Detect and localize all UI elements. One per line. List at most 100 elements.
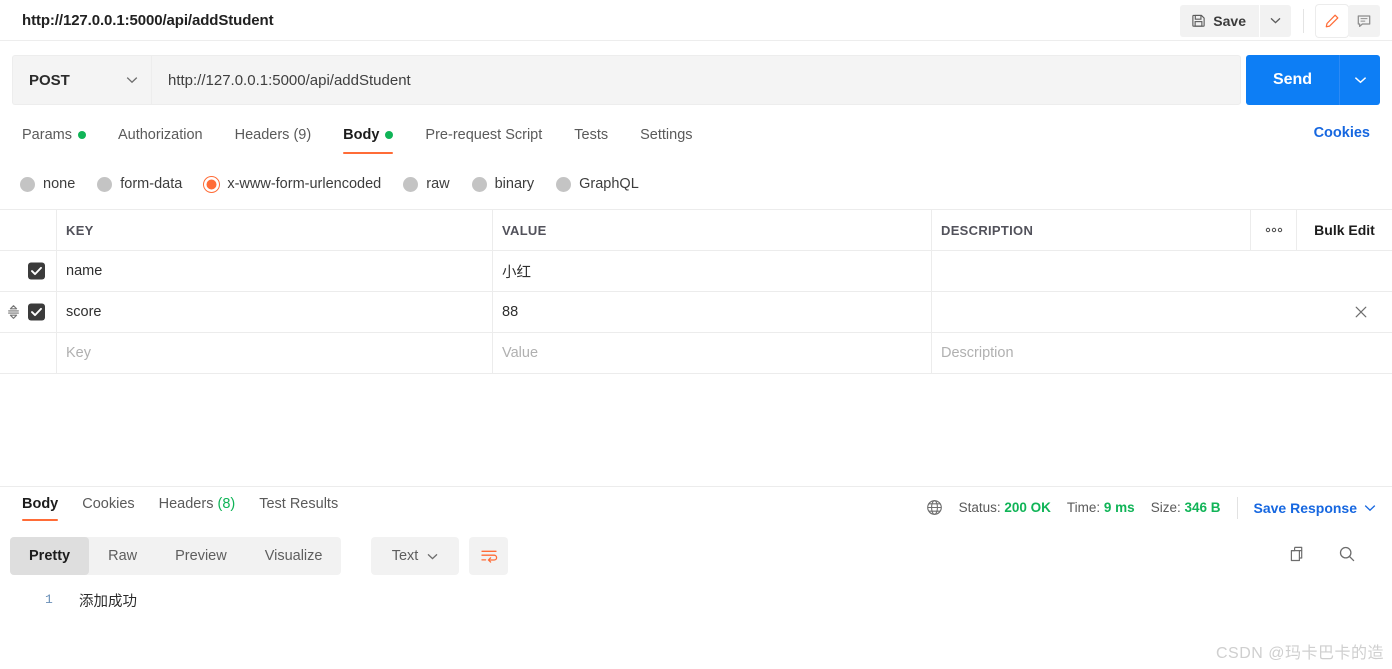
view-pretty-button[interactable]: Pretty [10, 537, 90, 575]
search-icon[interactable] [1338, 545, 1356, 563]
view-visualize-button[interactable]: Visualize [246, 537, 342, 575]
url-input-value: http://127.0.0.1:5000/api/addStudent [168, 71, 411, 89]
response-tab-headers-label: Headers [158, 496, 214, 512]
view-preview-button[interactable]: Preview [156, 537, 246, 575]
tab-headers[interactable]: Headers (9) [235, 119, 312, 157]
http-method-select[interactable]: POST [12, 55, 151, 105]
title-bar: http://127.0.0.1:5000/api/addStudent Sav… [0, 0, 1392, 41]
row-description-cell[interactable] [932, 251, 1392, 291]
response-body-content: 添加成功 [79, 595, 137, 611]
table-row: name 小红 [0, 251, 1392, 292]
save-response-label: Save Response [1253, 499, 1358, 516]
radio-icon [471, 176, 487, 192]
body-type-none[interactable]: none [20, 176, 75, 192]
bulk-edit-button[interactable]: Bulk Edit [1297, 210, 1392, 250]
size-label: Size: [1150, 500, 1181, 515]
size-block: Size: 346 B [1151, 500, 1221, 515]
chevron-down-icon [1364, 504, 1376, 512]
drag-handle-icon[interactable] [7, 305, 20, 320]
row-checkbox[interactable] [28, 262, 45, 280]
save-button[interactable]: Save [1180, 4, 1259, 37]
row-key-value: name [66, 263, 103, 279]
tab-tests[interactable]: Tests [574, 119, 608, 157]
row-value-value: 88 [502, 304, 519, 320]
tab-authorization[interactable]: Authorization [118, 119, 203, 157]
send-button[interactable]: Send [1246, 55, 1339, 105]
word-wrap-button[interactable] [469, 537, 508, 575]
body-type-x-www-form-urlencoded[interactable]: x-www-form-urlencoded [204, 176, 381, 192]
tab-settings[interactable]: Settings [640, 119, 692, 157]
toolbar-divider [1303, 8, 1304, 33]
response-view-toolbar: Pretty Raw Preview Visualize Text [0, 532, 1392, 582]
row-value-cell[interactable]: 小红 [493, 251, 932, 291]
table-header-value: VALUE [493, 210, 932, 250]
tab-tests-label: Tests [574, 126, 609, 143]
save-button-label: Save [1213, 12, 1246, 29]
csdn-watermark: CSDN @玛卡巴卡的造 [1215, 645, 1384, 662]
body-type-raw[interactable]: raw [403, 176, 450, 192]
tab-authorization-label: Authorization [117, 126, 203, 143]
chevron-down-icon [1270, 17, 1281, 24]
response-tab-cookies[interactable]: Cookies [82, 487, 134, 524]
row-checkbox-cell [0, 292, 57, 332]
response-tab-test-results[interactable]: Test Results [259, 487, 338, 524]
placeholder-key-text: Key [66, 345, 91, 361]
radio-icon [403, 176, 419, 192]
chevron-down-icon [427, 553, 438, 560]
response-body-actions [1289, 545, 1356, 563]
tab-headers-label: Headers (9) [234, 126, 312, 143]
postman-window: http://127.0.0.1:5000/api/addStudent Sav… [0, 0, 1392, 669]
view-raw-button[interactable]: Raw [89, 537, 156, 575]
tab-body-label: Body [343, 126, 380, 143]
send-options-button[interactable] [1339, 55, 1380, 105]
response-view-segmented-control: Pretty Raw Preview Visualize [10, 537, 342, 575]
row-key-cell[interactable]: score [57, 292, 493, 332]
response-body-viewer[interactable]: 1 添加成功 [0, 582, 1392, 669]
body-type-graphql-label: GraphQL [579, 176, 639, 192]
save-options-button[interactable] [1260, 4, 1291, 37]
radio-icon [556, 176, 572, 192]
response-format-value: Text [391, 548, 419, 564]
body-type-form-data[interactable]: form-data [97, 176, 182, 192]
tab-params[interactable]: Params [22, 119, 86, 157]
status-block: Status: 200 OK [959, 500, 1051, 515]
body-type-graphql[interactable]: GraphQL [556, 176, 639, 192]
row-key-cell[interactable]: name [57, 251, 493, 291]
chevron-down-icon [1354, 76, 1367, 84]
response-tab-body[interactable]: Body [22, 487, 59, 524]
table-options-menu-button[interactable] [1251, 210, 1297, 250]
http-method-value: POST [29, 71, 70, 89]
tab-pre-request-script[interactable]: Pre-request Script [425, 119, 542, 157]
time-block: Time: 9 ms [1067, 500, 1135, 515]
row-checkbox-cell [0, 251, 57, 291]
row-value-cell[interactable]: 88 [493, 292, 932, 332]
row-description-cell[interactable] [932, 292, 1392, 332]
comments-button[interactable] [1348, 4, 1380, 37]
chevron-down-icon [126, 76, 138, 84]
table-header-key: KEY [57, 210, 493, 250]
copy-icon[interactable] [1289, 545, 1307, 563]
cookies-link[interactable]: Cookies [1314, 125, 1370, 141]
title-bar-actions: Save [1180, 2, 1380, 39]
placeholder-key-cell[interactable]: Key [57, 333, 493, 373]
tab-params-indicator-dot [77, 130, 86, 139]
placeholder-value-cell[interactable]: Value [493, 333, 932, 373]
time-value: 9 ms [1103, 500, 1135, 515]
save-response-button[interactable]: Save Response [1254, 500, 1377, 516]
url-input[interactable]: http://127.0.0.1:5000/api/addStudent [151, 55, 1241, 105]
ellipsis-icon [1264, 227, 1284, 233]
edit-request-button[interactable] [1316, 4, 1348, 37]
tab-body[interactable]: Body [343, 119, 394, 157]
placeholder-description-text: Description [941, 345, 1014, 361]
body-type-binary[interactable]: binary [471, 176, 534, 192]
radio-icon [20, 176, 35, 192]
response-tab-headers[interactable]: Headers (8) [159, 487, 236, 524]
row-checkbox[interactable] [28, 303, 45, 321]
table-placeholder-row: Key Value Description [0, 333, 1392, 374]
placeholder-description-cell[interactable]: Description [932, 333, 1392, 373]
body-type-options: none form-data x-www-form-urlencoded raw… [0, 165, 1392, 203]
tab-settings-label: Settings [640, 126, 693, 143]
response-format-select[interactable]: Text [371, 537, 459, 575]
globe-icon [926, 499, 943, 516]
delete-row-button[interactable] [1354, 305, 1368, 319]
